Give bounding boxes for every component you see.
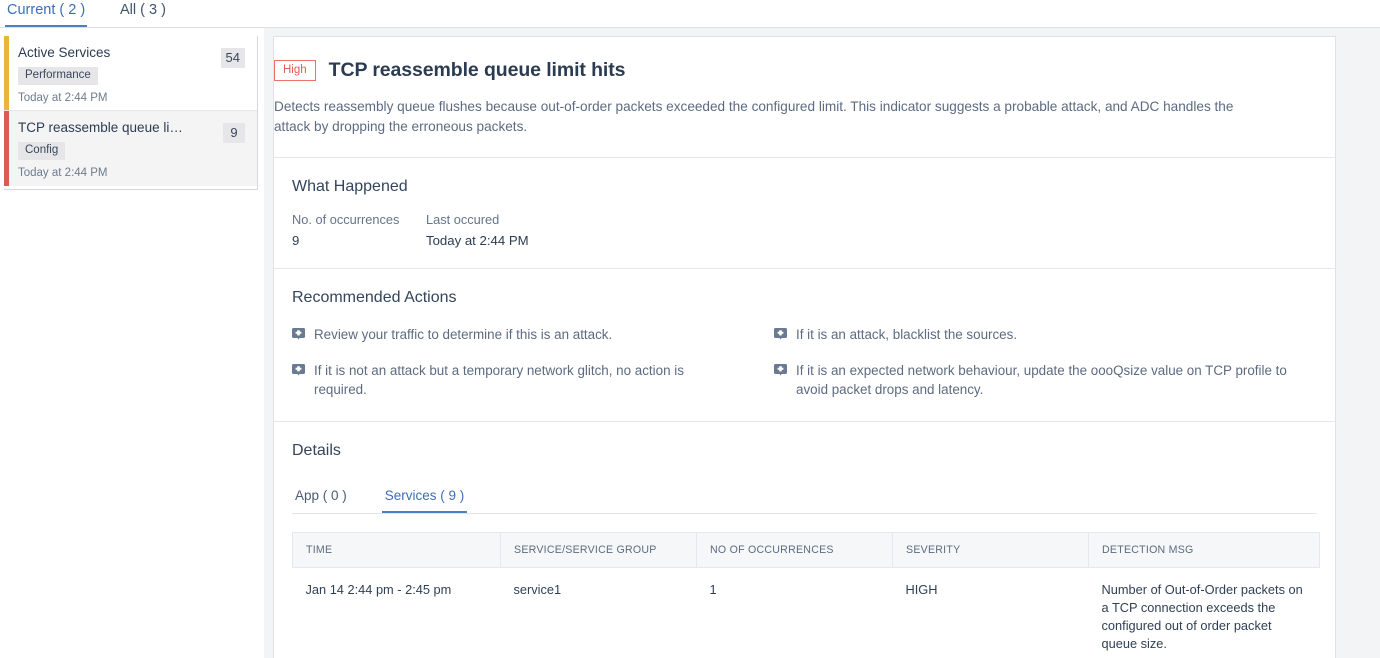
list-item-time: Today at 2:44 PM bbox=[18, 92, 108, 104]
recommended-action-text: If it is an attack, blacklist the source… bbox=[796, 327, 1018, 342]
indicator-list: 54 Active Services Performance Today at … bbox=[4, 36, 258, 190]
action-badge-icon bbox=[774, 327, 787, 345]
recommended-action-text: Review your traffic to determine if this… bbox=[314, 327, 613, 342]
tab-all[interactable]: All ( 3 ) bbox=[118, 2, 168, 25]
recommended-action-item: If it is not an attack but a temporary n… bbox=[292, 361, 702, 399]
tab-app[interactable]: App ( 0 ) bbox=[292, 488, 350, 513]
occurrences-value: 9 bbox=[292, 233, 300, 248]
cell-service: service1 bbox=[500, 567, 697, 658]
details-tab-bar: App ( 0 ) Services ( 9 ) bbox=[292, 488, 1317, 514]
table-header-row: TIME SERVICE/SERVICE GROUP NO OF OCCURRE… bbox=[292, 532, 1320, 568]
page-title: TCP reassemble queue limit hits bbox=[328, 59, 626, 81]
column-header-service[interactable]: SERVICE/SERVICE GROUP bbox=[500, 532, 697, 568]
action-badge-icon bbox=[774, 363, 787, 381]
list-item[interactable]: 54 Active Services Performance Today at … bbox=[4, 36, 257, 111]
recommended-action-text: If it is an expected network behaviour, … bbox=[796, 363, 1287, 397]
detail-panel: High TCP reassemble queue limit hits Det… bbox=[273, 36, 1336, 658]
occurrences-field: No. of occurrences 9 bbox=[292, 212, 426, 248]
column-header-severity[interactable]: SEVERITY bbox=[892, 532, 1089, 568]
column-header-time[interactable]: TIME bbox=[292, 532, 501, 568]
action-badge-icon bbox=[292, 327, 305, 345]
list-item-count: 9 bbox=[223, 123, 245, 143]
table-row[interactable]: Jan 14 2:44 pm - 2:45 pm service1 1 HIGH… bbox=[292, 567, 1320, 658]
recommended-action-item: Review your traffic to determine if this… bbox=[292, 325, 702, 345]
last-occured-field: Last occured Today at 2:44 PM bbox=[426, 212, 560, 248]
cell-time: Jan 14 2:44 pm - 2:45 pm bbox=[292, 567, 501, 658]
list-item-time: Today at 2:44 PM bbox=[18, 167, 108, 179]
top-tab-bar: Current ( 2 ) All ( 3 ) bbox=[0, 0, 1380, 28]
list-item-tag: Performance bbox=[18, 67, 98, 85]
severity-badge: High bbox=[274, 60, 316, 81]
cell-occurrences: 1 bbox=[696, 567, 893, 658]
details-section: Details App ( 0 ) Services ( 9 ) TIME SE… bbox=[274, 422, 1335, 658]
recommended-action-item: If it is an attack, blacklist the source… bbox=[774, 325, 1317, 345]
detail-description: Detects reassembly queue flushes because… bbox=[274, 99, 1234, 134]
action-badge-icon bbox=[292, 363, 305, 381]
column-header-detection-msg[interactable]: DETECTION MSG bbox=[1088, 532, 1320, 568]
cell-severity: HIGH bbox=[892, 567, 1089, 658]
column-header-occurrences[interactable]: NO OF OCCURRENCES bbox=[696, 532, 893, 568]
tab-services[interactable]: Services ( 9 ) bbox=[381, 488, 468, 513]
cell-detection-msg: Number of Out-of-Order packets on a TCP … bbox=[1088, 567, 1320, 658]
app-root: Current ( 2 ) All ( 3 ) 54 Active Servic… bbox=[0, 0, 1380, 658]
tab-current[interactable]: Current ( 2 ) bbox=[5, 2, 88, 27]
last-occured-value: Today at 2:44 PM bbox=[426, 233, 529, 248]
list-item-tag: Config bbox=[18, 142, 66, 160]
list-item-title: TCP reassemble queue limit ... bbox=[18, 120, 188, 135]
occurrences-label: No. of occurrences bbox=[292, 212, 400, 227]
detail-header: High TCP reassemble queue limit hits Det… bbox=[274, 37, 1335, 158]
severity-bar bbox=[4, 111, 9, 186]
list-item-title: Active Services bbox=[18, 45, 111, 60]
recommended-action-text: If it is not an attack but a temporary n… bbox=[314, 363, 684, 397]
last-occured-label: Last occured bbox=[426, 212, 500, 227]
recommended-actions-section: Recommended Actions Review your traffic … bbox=[274, 269, 1335, 422]
list-item-count: 54 bbox=[220, 48, 245, 68]
details-heading: Details bbox=[292, 442, 341, 459]
recommended-action-item: If it is an expected network behaviour, … bbox=[774, 361, 1317, 399]
list-item[interactable]: 9 TCP reassemble queue limit ... Config … bbox=[4, 111, 257, 186]
severity-bar bbox=[4, 36, 9, 110]
what-happened-section: What Happened No. of occurrences 9 Last … bbox=[274, 158, 1335, 269]
what-happened-heading: What Happened bbox=[292, 178, 408, 195]
details-table: TIME SERVICE/SERVICE GROUP NO OF OCCURRE… bbox=[292, 532, 1320, 658]
recommended-actions-heading: Recommended Actions bbox=[292, 289, 457, 306]
